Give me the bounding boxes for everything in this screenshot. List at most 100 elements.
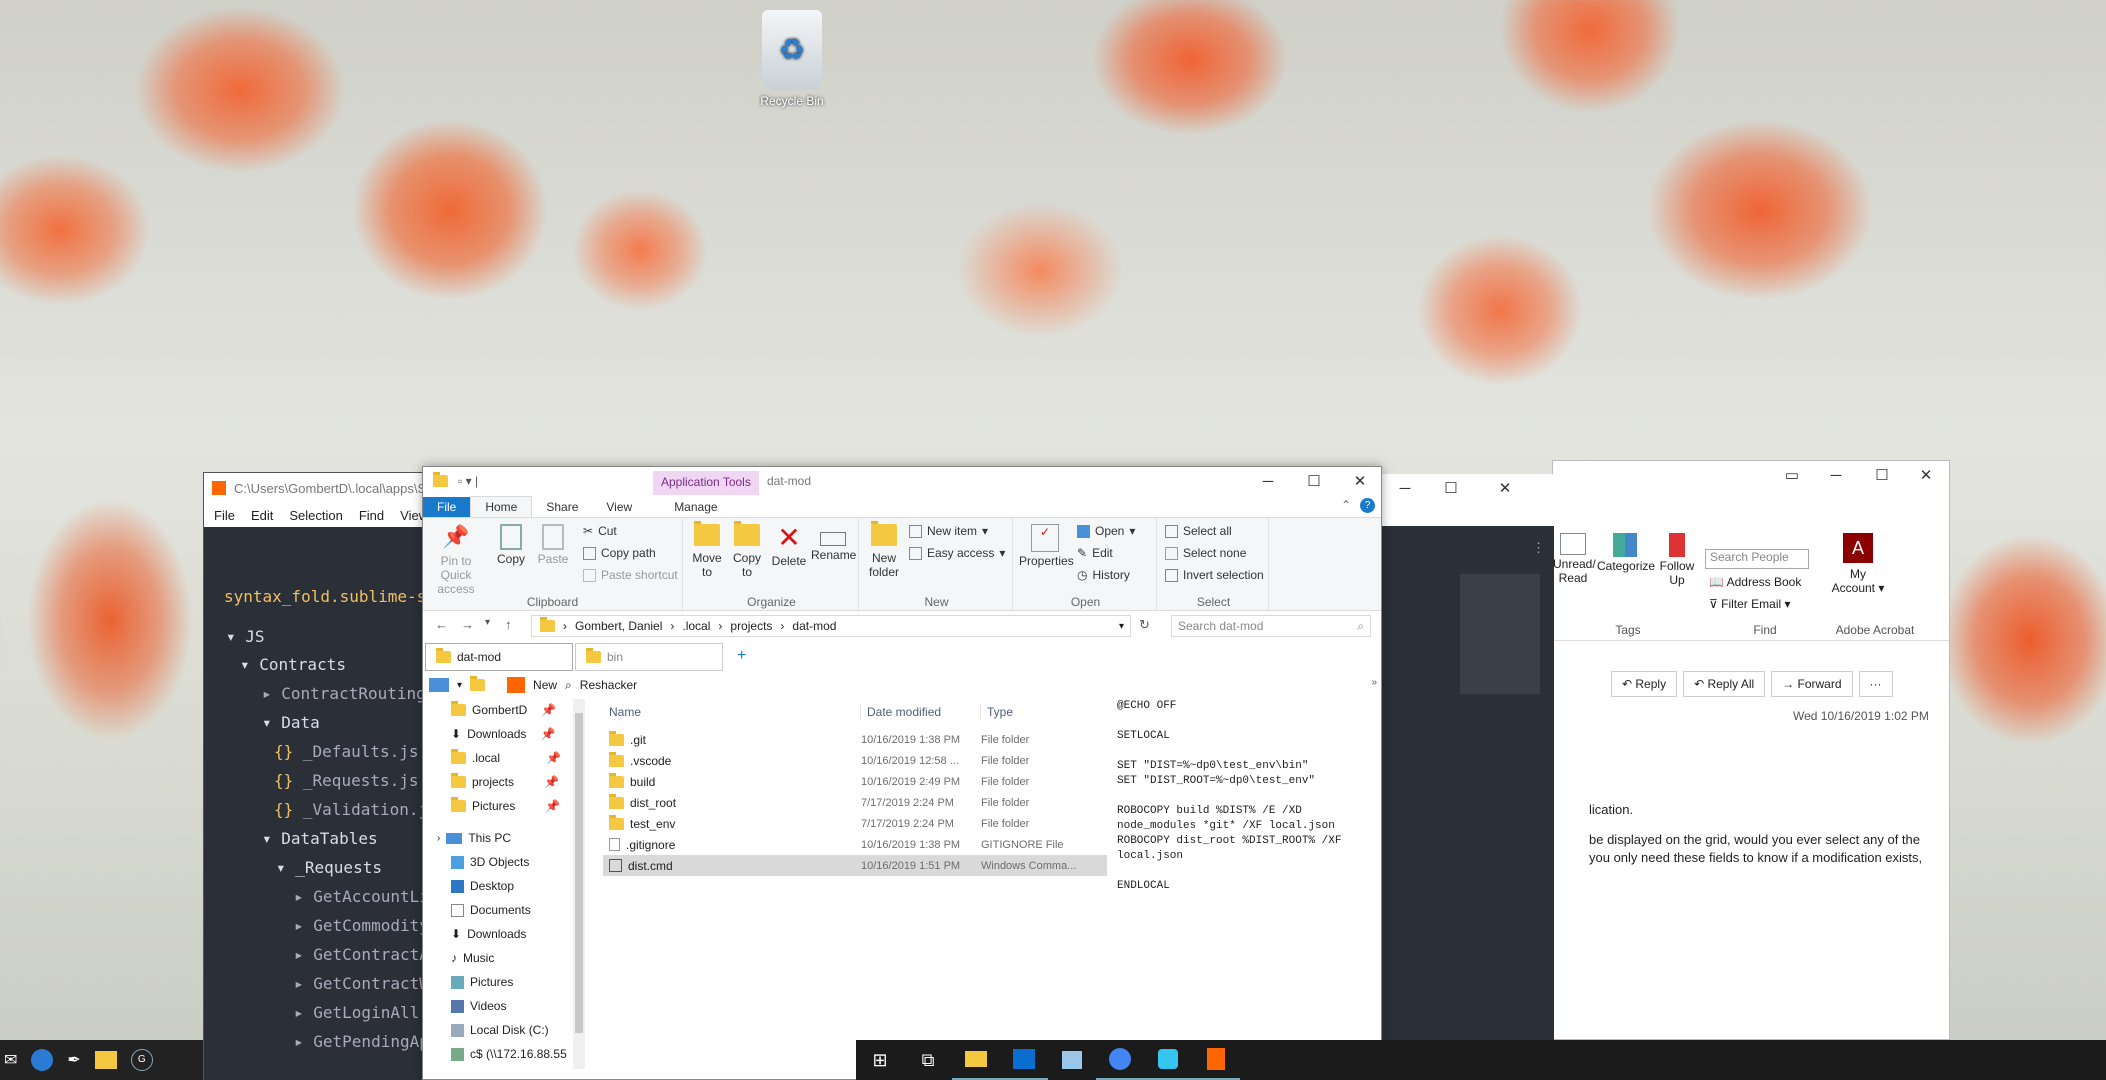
quick-access-toolbar[interactable]: ▫ ▾ |: [458, 474, 478, 488]
nav-item[interactable]: projects 📌: [451, 773, 559, 789]
tree-row[interactable]: ▾ JS: [226, 627, 265, 646]
tree-row[interactable]: ▸ GetLoginAll: [294, 1003, 419, 1022]
nav-item[interactable]: Desktop: [451, 879, 514, 893]
menu-find[interactable]: Find: [359, 508, 384, 523]
copy-path-button[interactable]: Copy path: [583, 546, 656, 560]
folder-tab-bin[interactable]: bin: [575, 643, 723, 671]
file-row[interactable]: .git 10/16/2019 1:38 PM File folder: [603, 729, 1107, 750]
menu-selection[interactable]: Selection: [289, 508, 342, 523]
paste-shortcut-button[interactable]: Paste shortcut: [583, 568, 678, 582]
add-tab-icon[interactable]: +: [737, 647, 746, 665]
nav-item[interactable]: ⬇ Downloads 📌: [451, 727, 555, 741]
task-view-icon[interactable]: ⧉: [904, 1040, 952, 1080]
tree-row[interactable]: ▸ GetAccountLin: [294, 887, 439, 906]
more-actions-button[interactable]: ···: [1858, 671, 1893, 697]
maps-icon[interactable]: [31, 1049, 54, 1071]
pin-quick-access-button[interactable]: 📌 Pin to Quick access: [427, 524, 485, 596]
reshacker-button[interactable]: Reshacker: [580, 678, 637, 692]
app-icon[interactable]: G: [130, 1049, 153, 1071]
breadcrumb-item[interactable]: dat-mod: [792, 619, 836, 633]
column-type[interactable]: Type: [981, 705, 1107, 719]
tree-row[interactable]: ▾ _Requests: [276, 858, 382, 877]
nav-item[interactable]: Local Disk (C:): [451, 1023, 549, 1037]
file-row[interactable]: build 10/16/2019 2:49 PM File folder: [603, 771, 1107, 792]
address-bar[interactable]: › Gombert, Daniel › .local › projects › dat…: [531, 615, 1131, 637]
my-account-button[interactable]: A My Account ▾: [1827, 533, 1889, 595]
tree-row[interactable]: ▸ GetCommodityF: [294, 916, 439, 935]
tree-row[interactable]: ▸ GetPendingApp: [294, 1032, 439, 1051]
minimize-icon[interactable]: ─: [1245, 467, 1291, 495]
sublime-taskbar-icon[interactable]: [1192, 1040, 1240, 1080]
nav-scroll-thumb[interactable]: [575, 713, 583, 1033]
paste-button[interactable]: Paste: [533, 524, 573, 566]
properties-button[interactable]: ✓ Properties: [1019, 524, 1074, 568]
tree-row[interactable]: {} _Validation.js: [274, 800, 438, 819]
tree-row[interactable]: ▾ DataTables: [262, 829, 378, 848]
toolbar-folder-icon[interactable]: [470, 676, 486, 691]
file-row-selected[interactable]: dist.cmd 10/16/2019 1:51 PM Windows Comma.…: [603, 855, 1107, 876]
breadcrumb-item[interactable]: projects: [730, 619, 772, 633]
tree-row[interactable]: ▸ GetContractAl: [294, 945, 439, 964]
search-input[interactable]: Search dat-mod ⌕: [1171, 615, 1371, 637]
minimap[interactable]: [1460, 574, 1540, 694]
address-dropdown-icon[interactable]: ▾: [1119, 621, 1124, 632]
slack-taskbar-icon[interactable]: [1144, 1040, 1192, 1080]
nav-scrollbar[interactable]: [573, 699, 585, 1069]
view-dropdown-icon[interactable]: ▾: [457, 680, 462, 691]
up-icon[interactable]: ↑: [505, 617, 512, 632]
recycle-bin-icon[interactable]: ♻ Recycle Bin: [752, 10, 832, 108]
categorize-button[interactable]: Categorize: [1597, 533, 1655, 573]
nav-item[interactable]: ⬇ Downloads: [451, 927, 526, 941]
open-button[interactable]: Open ▾: [1077, 524, 1135, 538]
tree-row[interactable]: ▸ ContractRouting: [262, 684, 426, 703]
unread-read-button[interactable]: Unread/ Read: [1553, 533, 1596, 585]
copy-to-button[interactable]: Copy to: [729, 521, 765, 579]
copy-button[interactable]: Copy: [493, 524, 529, 566]
favorites-folder-icon[interactable]: [94, 1051, 117, 1069]
folder-tab-dat-mod[interactable]: dat-mod: [425, 643, 573, 671]
refresh-icon[interactable]: ↻: [1139, 617, 1150, 633]
nav-item[interactable]: Documents: [451, 903, 531, 917]
nav-item[interactable]: GombertD 📌: [451, 701, 556, 717]
tab-home[interactable]: Home: [470, 496, 533, 517]
tree-row[interactable]: ▾ Contracts: [240, 655, 346, 674]
vscode-maximize-icon[interactable]: ☐: [1428, 474, 1474, 502]
nav-item[interactable]: .local 📌: [451, 749, 561, 765]
nav-item[interactable]: ♪ Music: [451, 951, 494, 965]
easy-access-button[interactable]: Easy access ▾: [909, 546, 1005, 560]
select-none-button[interactable]: Select none: [1165, 546, 1246, 560]
notes-taskbar-icon[interactable]: [1048, 1040, 1096, 1080]
column-name[interactable]: Name: [603, 705, 861, 719]
tree-row[interactable]: {} _Defaults.js: [274, 742, 419, 761]
file-explorer-taskbar-icon[interactable]: [952, 1040, 1000, 1080]
filter-email-button[interactable]: ⊽ Filter Email ▾: [1709, 597, 1791, 611]
pen-icon[interactable]: ✒: [67, 1050, 80, 1070]
more-icon[interactable]: ⋮: [1532, 540, 1545, 556]
nav-item[interactable]: Pictures: [451, 975, 513, 989]
vscode-minimize-icon[interactable]: ─: [1382, 474, 1428, 502]
follow-up-button[interactable]: Follow Up: [1655, 533, 1699, 587]
help-icon[interactable]: ?: [1360, 498, 1375, 513]
tab-manage[interactable]: Manage: [660, 497, 731, 517]
breadcrumb-item[interactable]: .local: [682, 619, 710, 633]
file-row[interactable]: .gitignore 10/16/2019 1:38 PM GITIGNORE Fi…: [603, 834, 1107, 855]
nav-item[interactable]: Videos: [451, 999, 506, 1013]
tab-file[interactable]: File: [423, 497, 471, 517]
new-item-button[interactable]: New item ▾: [909, 524, 988, 538]
nav-item[interactable]: Pictures 📌: [451, 797, 560, 813]
edit-button[interactable]: ✎ Edit: [1077, 546, 1113, 560]
tab-view[interactable]: View: [592, 497, 646, 517]
forward-button[interactable]: → Forward: [1771, 671, 1853, 697]
nav-item[interactable]: 3D Objects: [451, 855, 529, 869]
column-date[interactable]: Date modified: [861, 705, 981, 719]
menu-file[interactable]: File: [214, 508, 235, 523]
reply-button[interactable]: ↶ Reply: [1611, 671, 1678, 697]
mail-icon[interactable]: ✉: [4, 1050, 17, 1070]
file-row[interactable]: dist_root 7/17/2019 2:24 PM File folder: [603, 792, 1107, 813]
nav-item[interactable]: c$ (\\172.16.88.55: [451, 1047, 567, 1061]
move-to-button[interactable]: Move to: [689, 521, 725, 579]
select-all-button[interactable]: Select all: [1165, 524, 1232, 538]
maximize-icon[interactable]: ☐: [1291, 467, 1337, 495]
forward-icon[interactable]: →: [461, 617, 474, 632]
rename-button[interactable]: Rename: [811, 524, 856, 562]
